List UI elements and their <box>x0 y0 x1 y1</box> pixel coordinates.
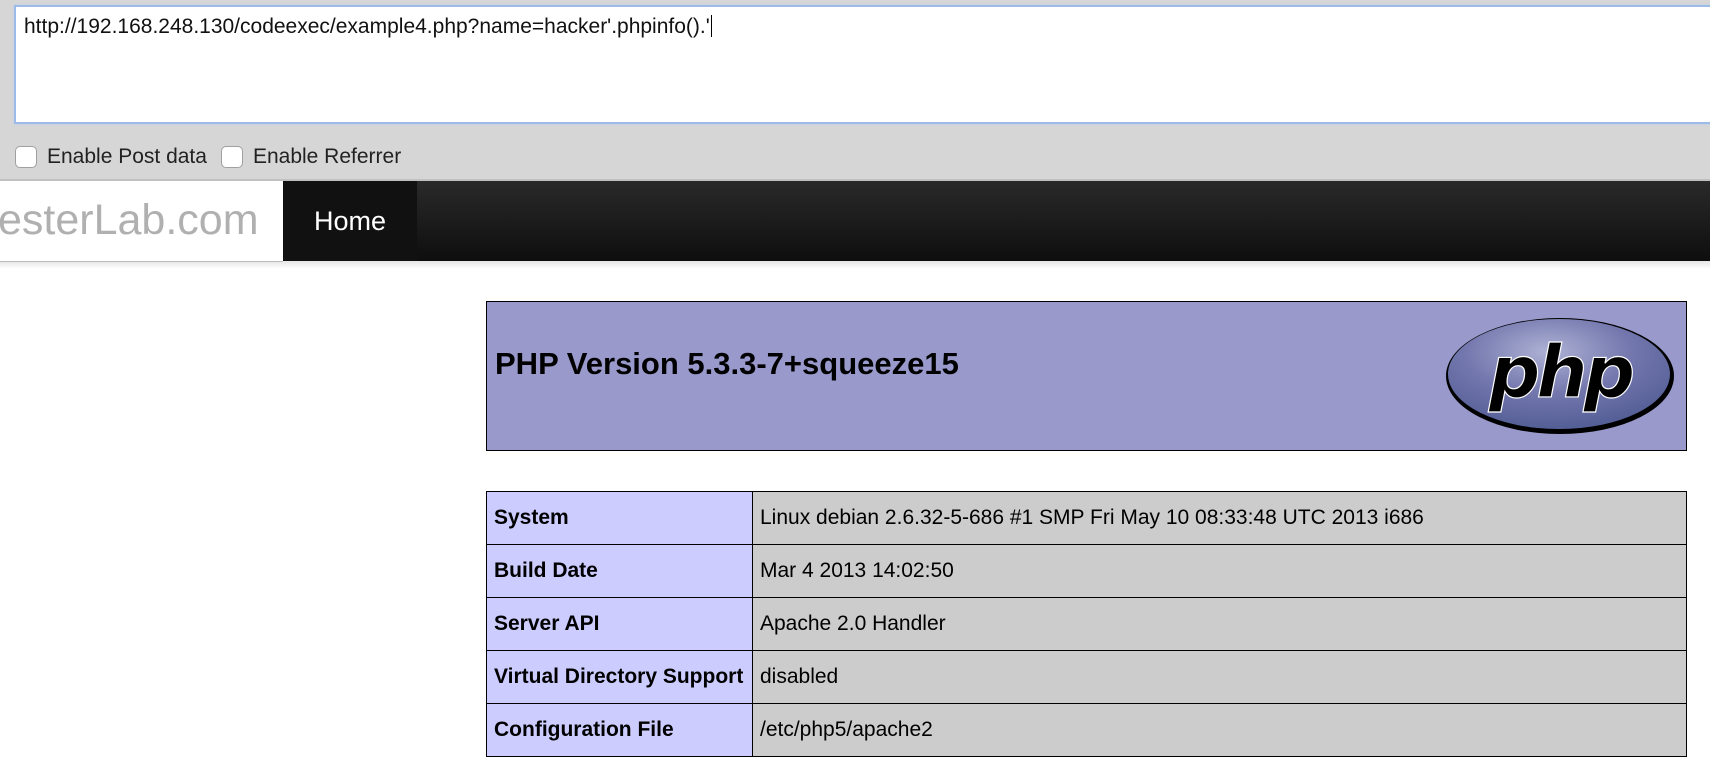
phpinfo-header: PHP Version 5.3.3-7+squeeze15 php <box>486 301 1687 451</box>
php-logo[interactable]: php <box>1442 314 1678 438</box>
table-row: System Linux debian 2.6.32-5-686 #1 SMP … <box>486 491 1687 545</box>
phpinfo-table: System Linux debian 2.6.32-5-686 #1 SMP … <box>486 491 1687 757</box>
row-key: Build Date <box>486 544 753 598</box>
row-value: Mar 4 2013 14:02:50 <box>752 544 1687 598</box>
enable-referrer-checkbox[interactable] <box>220 146 243 168</box>
row-key: Server API <box>486 597 753 651</box>
php-version-title: PHP Version 5.3.3-7+squeeze15 <box>495 346 959 381</box>
hackbar-panel: http://192.168.248.130/codeexec/example4… <box>0 0 1710 181</box>
enable-post-data-checkbox[interactable] <box>15 146 37 168</box>
row-key: Configuration File <box>486 703 753 757</box>
nav-home-link[interactable]: Home <box>283 181 417 261</box>
enable-referrer-label: Enable Referrer <box>252 145 402 168</box>
url-textarea[interactable]: http://192.168.248.130/codeexec/example4… <box>14 5 1710 124</box>
row-value: /etc/php5/apache2 <box>752 703 1687 757</box>
row-value: Apache 2.0 Handler <box>752 597 1687 651</box>
row-key: System <box>486 491 753 545</box>
enable-post-data-label: Enable Post data <box>47 145 207 168</box>
php-logo-text: php <box>1488 330 1633 414</box>
text-caret <box>710 15 712 37</box>
navbar-shadow <box>0 261 1710 269</box>
table-row: Build Date Mar 4 2013 14:02:50 <box>486 544 1687 598</box>
enable-post-data-option[interactable]: Enable Post data <box>15 145 207 169</box>
table-row: Server API Apache 2.0 Handler <box>486 597 1687 651</box>
enable-referrer-option[interactable]: Enable Referrer <box>220 145 402 169</box>
site-brand[interactable]: esterLab.com <box>0 181 283 262</box>
brand-text: esterLab.com <box>0 196 259 244</box>
row-value: Linux debian 2.6.32-5-686 #1 SMP Fri May… <box>752 491 1687 545</box>
table-row: Configuration File /etc/php5/apache2 <box>486 703 1687 757</box>
row-key: Virtual Directory Support <box>486 650 753 704</box>
table-row: Virtual Directory Support disabled <box>486 650 1687 704</box>
hackbar-options: Enable Post data Enable Referrer <box>15 143 415 171</box>
url-text: http://192.168.248.130/codeexec/example4… <box>24 15 710 38</box>
row-value: disabled <box>752 650 1687 704</box>
